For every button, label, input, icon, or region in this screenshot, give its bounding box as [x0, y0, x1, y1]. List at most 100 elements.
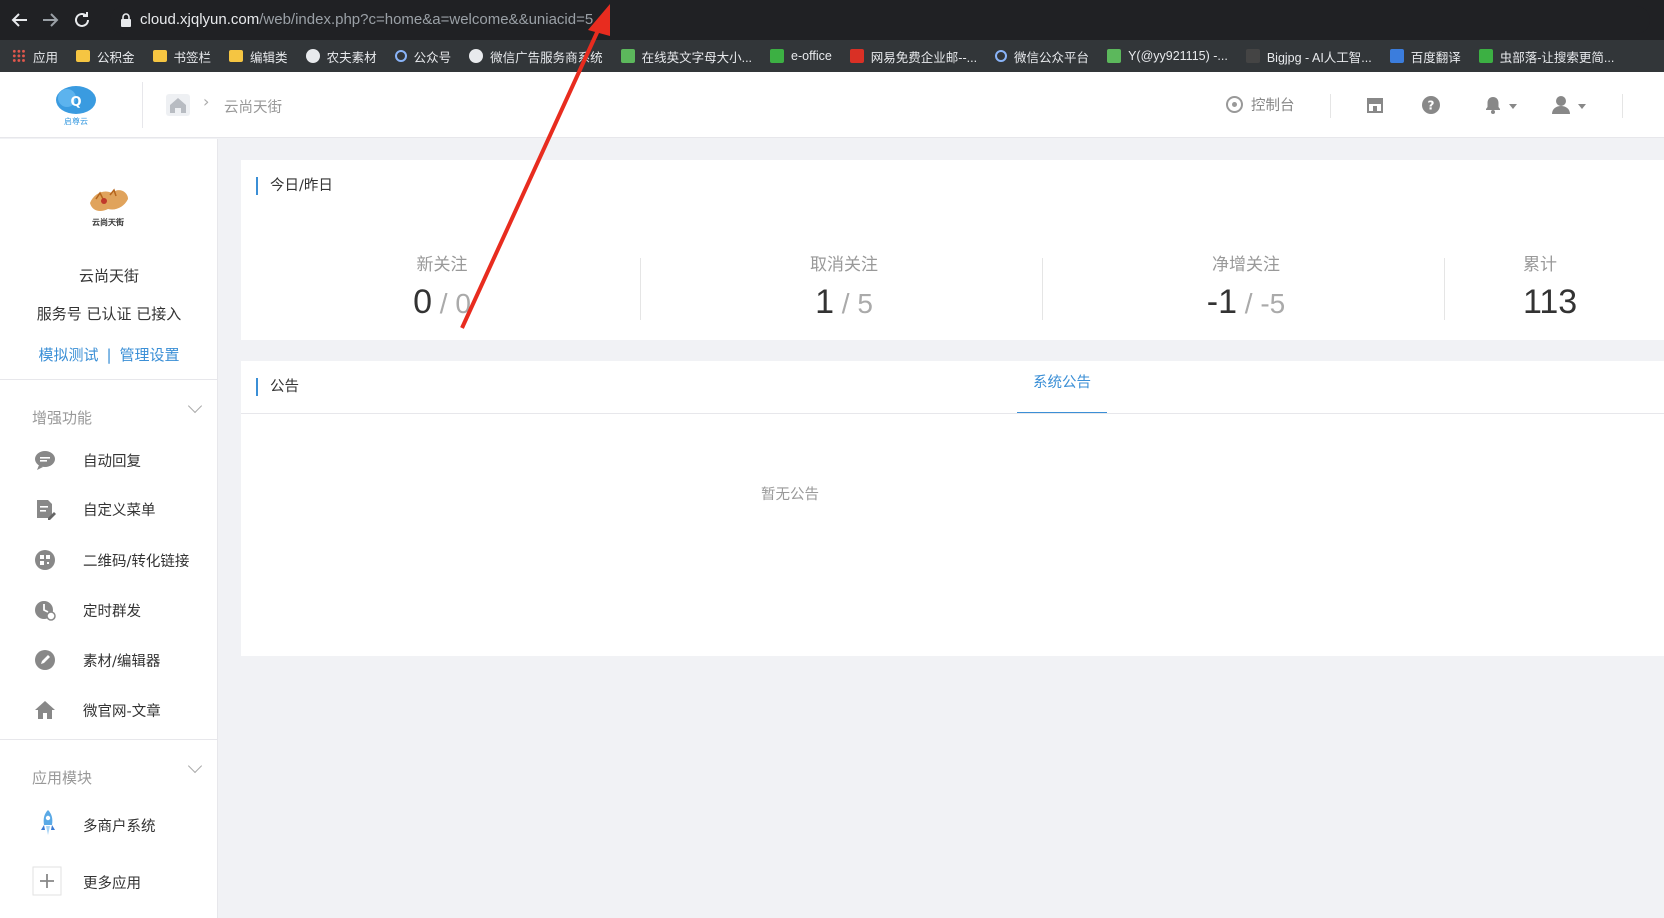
- stat-label: 新关注: [416, 255, 468, 275]
- bookmark-item[interactable]: 公众号: [394, 47, 452, 66]
- bookmark-label: 虫部落-让搜索更简...: [1499, 50, 1615, 65]
- apps-grid-icon: [12, 49, 26, 63]
- stat-yesterday: -5: [1260, 288, 1286, 319]
- b-icon: [1245, 49, 1260, 63]
- bookmark-item[interactable]: 微信公众平台: [995, 47, 1089, 66]
- bookmark-item[interactable]: 书签栏: [152, 47, 211, 66]
- breadcrumb-home-icon[interactable]: [166, 94, 190, 116]
- folder-icon: [76, 50, 91, 62]
- bookmark-item[interactable]: 农夫素材: [305, 47, 377, 66]
- bookmark-label: 微信公众平台: [1014, 50, 1090, 65]
- sidebar-item[interactable]: 多商户系统: [0, 805, 218, 845]
- bookmark-item[interactable]: 微信广告服务商系统: [469, 47, 603, 66]
- bookmark-item[interactable]: 在线英文字母大小...: [620, 47, 753, 66]
- bookmark-item[interactable]: Y(@yy921115) -...: [1107, 49, 1228, 63]
- simulate-test-link[interactable]: 模拟测试: [38, 346, 98, 364]
- stat-value: -1 / -5: [1045, 283, 1447, 322]
- sidebar-item[interactable]: 自动回复: [0, 440, 218, 480]
- url-path: /web/index.php?c=home&a=welcome&&uniacid…: [259, 11, 594, 28]
- frog-icon: [620, 49, 635, 63]
- bookmark-item[interactable]: 百度翻译: [1389, 47, 1461, 66]
- app-header: Q 启尊云 › 云尚天街 控制台 ?: [0, 72, 1664, 138]
- back-arrow-icon[interactable]: [8, 8, 32, 32]
- section-apps-chevron-icon[interactable]: [187, 758, 203, 774]
- bookmark-item[interactable]: 虫部落-让搜索更简...: [1478, 47, 1615, 66]
- sidebar-item-label: 微官网-文章: [83, 703, 161, 720]
- bell-icon[interactable]: [1482, 94, 1504, 116]
- user-caret-icon[interactable]: [1578, 104, 1586, 109]
- sidebar-item[interactable]: 定时群发: [0, 590, 218, 630]
- store-icon[interactable]: [1364, 94, 1386, 116]
- section-enhance-chevron-icon[interactable]: [187, 398, 203, 414]
- bookmark-item[interactable]: e-office: [770, 49, 832, 63]
- sidebar-item[interactable]: 更多应用: [0, 862, 218, 902]
- sidebar-divider: [0, 739, 218, 740]
- url-host: cloud.xjqlyun.com: [140, 11, 260, 28]
- user-avatar-icon[interactable]: [1550, 94, 1572, 116]
- header-divider: [142, 82, 143, 128]
- qrcode-icon: [34, 549, 56, 571]
- stat-column: 净增关注 -1 / -5: [1045, 250, 1447, 322]
- eoffice-icon: [770, 49, 785, 63]
- bookmark-item[interactable]: 应用: [12, 47, 58, 66]
- link-separator: |: [106, 346, 112, 364]
- console-link[interactable]: 控制台: [1226, 94, 1295, 115]
- bookmark-item[interactable]: Bigjpg - AI人工智...: [1245, 47, 1372, 66]
- help-icon[interactable]: ?: [1420, 94, 1442, 116]
- manage-settings-link[interactable]: 管理设置: [120, 346, 180, 364]
- plus-icon: [32, 866, 62, 896]
- stat-value: 113: [1523, 283, 1664, 322]
- sidebar-item[interactable]: 素材/编辑器: [0, 640, 218, 680]
- sidebar-item-label: 素材/编辑器: [83, 653, 161, 670]
- stats-title: 今日/昨日: [256, 177, 333, 195]
- section-apps-title[interactable]: 应用模块: [32, 767, 92, 788]
- stats-panel: 今日/昨日 新关注 0 / 0 取消关注 1 / 5 净增关注 -1 / -5 累计 113: [241, 160, 1664, 340]
- sidebar-item-label: 多商户系统: [83, 818, 156, 835]
- header-separator: [1622, 94, 1623, 118]
- stat-slash: /: [834, 288, 858, 319]
- stat-today: -1: [1206, 283, 1237, 321]
- notice-panel: 公告 系统公告 暂无公告: [241, 361, 1664, 656]
- browser-toolbar: cloud.xjqlyun.com/web/index.php?c=home&a…: [0, 0, 1664, 40]
- sidebar-item[interactable]: 二维码/转化链接: [0, 540, 218, 580]
- stat-label: 净增关注: [1212, 255, 1280, 275]
- bookmark-item[interactable]: 公积金: [76, 47, 135, 66]
- account-links: 模拟测试 | 管理设置: [0, 344, 218, 365]
- reload-icon[interactable]: [70, 8, 94, 32]
- bell-caret-icon[interactable]: [1509, 104, 1517, 109]
- bookmark-label: Y(@yy921115) -...: [1128, 49, 1228, 63]
- bookmark-label: 微信广告服务商系统: [490, 50, 603, 65]
- url-text: cloud.xjqlyun.com/web/index.php?c=home&a…: [140, 11, 593, 28]
- console-label: 控制台: [1251, 98, 1295, 114]
- stat-slash: /: [432, 288, 456, 319]
- brand-logo[interactable]: Q 启尊云: [54, 84, 98, 126]
- translate-icon: [1389, 49, 1404, 63]
- bookmark-label: 公积金: [97, 50, 135, 65]
- bookmark-label: e-office: [791, 49, 832, 63]
- stat-today: 1: [815, 283, 834, 321]
- bookmark-label: 应用: [33, 50, 59, 65]
- stat-column: 新关注 0 / 0: [241, 250, 643, 322]
- q-icon: [1478, 49, 1493, 63]
- tab-system-notice[interactable]: 系统公告: [1017, 375, 1107, 414]
- bookmarks-bar: 应用 公积金 书签栏 编辑类 农夫素材 公众号 微信广告服务商系统 在线英文字母大小... e-…: [0, 40, 1664, 72]
- stat-today: 113: [1523, 283, 1578, 321]
- svg-text:启尊云: 启尊云: [64, 116, 88, 126]
- globe-icon: [305, 49, 320, 63]
- address-bar[interactable]: cloud.xjqlyun.com/web/index.php?c=home&a…: [110, 6, 1650, 34]
- pencil-icon: [34, 649, 56, 671]
- bookmark-item[interactable]: 编辑类: [229, 47, 288, 66]
- section-enhance-title[interactable]: 增强功能: [32, 407, 92, 428]
- sidebar-divider: [0, 379, 218, 380]
- account-status: 服务号 已认证 已接入: [36, 305, 182, 323]
- sidebar-item[interactable]: 微官网-文章: [0, 690, 218, 730]
- bookmark-item[interactable]: 网易免费企业邮--...: [849, 47, 977, 66]
- forward-arrow-icon[interactable]: [38, 8, 62, 32]
- clock-icon: [34, 599, 56, 621]
- bookmark-label: 在线英文字母大小...: [641, 50, 753, 65]
- breadcrumb-current[interactable]: 云尚天街: [224, 96, 282, 117]
- header-separator: [1330, 94, 1331, 118]
- sidebar-item-label: 自动回复: [83, 453, 141, 470]
- stat-value: 0 / 0: [241, 283, 643, 322]
- bookmark-label: 公众号: [413, 50, 452, 65]
